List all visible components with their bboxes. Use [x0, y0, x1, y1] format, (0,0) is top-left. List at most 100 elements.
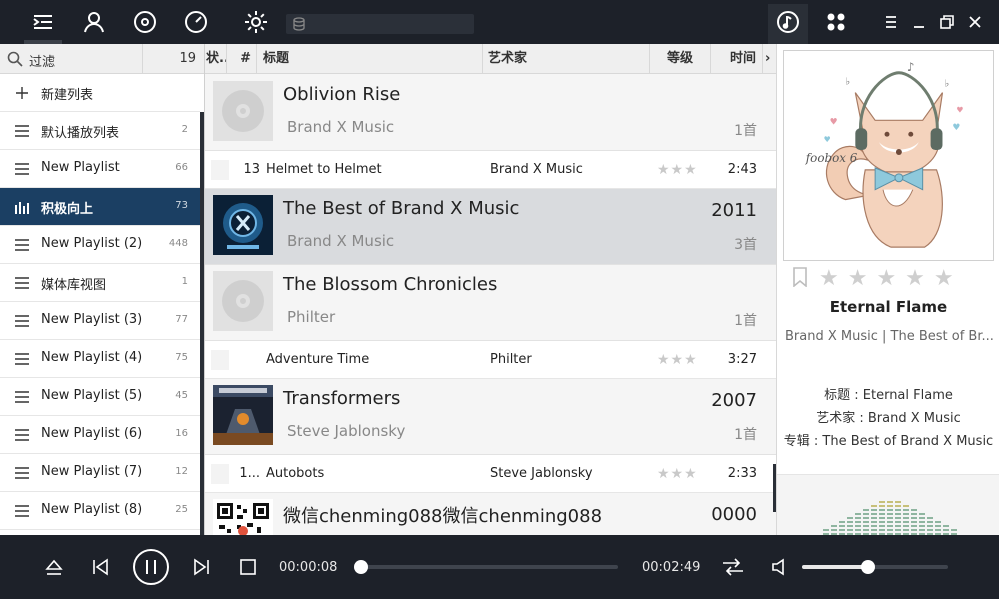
rating-stars[interactable]: ★★★★★	[819, 266, 963, 291]
brand-x-cover-image	[213, 195, 273, 255]
spectrum-segment	[879, 513, 885, 515]
column-title[interactable]: 标题	[257, 44, 483, 74]
sidebar-item-playlist[interactable]: 积极向上 73	[0, 188, 200, 226]
track-artist: Philter	[490, 352, 532, 367]
sidebar-item-playlist[interactable]: New Playlist (5) 45	[0, 378, 200, 416]
previous-icon[interactable]	[88, 555, 112, 579]
grid-icon[interactable]	[821, 7, 851, 37]
album-group[interactable]: Oblivion Rise Brand X Music 1首	[205, 75, 776, 151]
svg-text:♭: ♭	[944, 79, 949, 90]
track-row[interactable]: 1... Autobots Steve Jablonsky ★★★ 2:33	[205, 455, 776, 493]
minimize-icon[interactable]	[904, 7, 934, 37]
player-controls: 00:00:08 00:02:49	[0, 535, 999, 599]
playlist-track-count: 16	[175, 428, 188, 439]
now-playing-subtitle: Brand X Music | The Best of Br...	[785, 329, 994, 344]
bookmark-icon[interactable]	[793, 267, 807, 287]
sidebar-item-playlist[interactable]: 默认播放列表 2	[0, 112, 200, 150]
sidebar-item-playlist[interactable]: New Playlist (4) 75	[0, 340, 200, 378]
spectrum-segment	[871, 509, 877, 511]
new-playlist-button[interactable]: 新建列表	[0, 74, 200, 112]
playlist-name: New Playlist (3)	[41, 312, 143, 327]
spectrum-segment	[927, 521, 933, 523]
spectrum-segment	[887, 525, 893, 527]
sidebar-item-playlist[interactable]: New Playlist (6) 16	[0, 416, 200, 454]
spectrum-segment	[887, 521, 893, 523]
seek-handle[interactable]	[354, 560, 369, 574]
album-year: 2007	[711, 390, 757, 411]
spectrum-segment	[879, 517, 885, 519]
album-artist: Steve Jablonsky	[287, 422, 406, 440]
svg-text:♥: ♥	[952, 123, 960, 133]
album-artist: Philter	[287, 308, 336, 326]
filter-bar[interactable]: 过滤 19	[0, 44, 204, 74]
stop-icon[interactable]	[236, 555, 260, 579]
list-icon	[15, 391, 29, 403]
playlist-name: New Playlist (2)	[41, 236, 143, 251]
column-rating[interactable]: 等级	[650, 44, 711, 74]
search-icon	[7, 51, 23, 67]
album-art	[213, 385, 273, 445]
playlist-sidebar: 过滤 19 新建列表 默认播放列表 2 New Playlist 66 积极向上 73 Ne…	[0, 44, 204, 535]
spectrum-segment	[927, 525, 933, 527]
top-bar	[0, 0, 999, 44]
album-group-selected[interactable]: The Best of Brand X Music Brand X Music …	[205, 189, 776, 265]
close-icon[interactable]	[960, 7, 990, 37]
track-rating[interactable]: ★★★	[657, 352, 698, 368]
track-row[interactable]: 13 Helmet to Helmet Brand X Music ★★★ 2:…	[205, 151, 776, 189]
gear-icon[interactable]	[241, 7, 271, 37]
list-icon	[15, 239, 29, 251]
search-input[interactable]	[286, 14, 474, 34]
hamburger-icon[interactable]	[876, 7, 906, 37]
sidebar-item-playlist[interactable]: New Playlist (3) 77	[0, 302, 200, 340]
eject-icon[interactable]	[42, 555, 66, 579]
playlist-name: New Playlist (6)	[41, 426, 143, 441]
sidebar-item-playlist[interactable]: New Playlist (2) 448	[0, 226, 200, 264]
spectrum-segment	[895, 505, 901, 507]
volume-icon[interactable]	[768, 555, 792, 579]
playlist-name: 媒体库视图	[41, 278, 107, 293]
sidebar-item-playlist[interactable]: New Playlist (8) 25	[0, 492, 200, 530]
spectrum-segment	[879, 529, 885, 531]
album-group[interactable]: Transformers Steve Jablonsky 2007 1首	[205, 379, 776, 455]
volume-handle[interactable]	[860, 560, 875, 574]
album-art	[213, 195, 273, 255]
pause-icon[interactable]	[132, 548, 170, 586]
playlist-track-count: 2	[181, 124, 188, 135]
album-group[interactable]: 微信chenming088微信chenming088 0000	[205, 493, 776, 535]
disc-icon[interactable]	[130, 7, 160, 37]
column-number[interactable]: #	[227, 44, 257, 74]
cover-art: ♪ ♭ ♭ ♥ ♥ ♥ ♥ foobox 6	[783, 50, 994, 261]
sidebar-item-playlist[interactable]: New Playlist 66	[0, 150, 200, 188]
spectrum-segment	[903, 529, 909, 531]
sidebar-item-playlist[interactable]: 媒体库视图 1	[0, 264, 200, 302]
volume-slider[interactable]	[802, 560, 948, 574]
gauge-icon[interactable]	[181, 7, 211, 37]
track-rating[interactable]: ★★★	[657, 162, 698, 178]
column-more-arrow[interactable]: ›	[763, 44, 776, 74]
music-note-icon[interactable]	[773, 7, 803, 37]
repeat-icon[interactable]	[720, 554, 746, 580]
user-icon[interactable]	[79, 7, 109, 37]
spectrum-segment	[887, 517, 893, 519]
album-group[interactable]: The Blossom Chronicles Philter 1首	[205, 265, 776, 341]
playlist-name: 默认播放列表	[41, 126, 120, 141]
sidebar-item-playlist[interactable]: New Playlist (7) 12	[0, 454, 200, 492]
column-status[interactable]: 状..	[205, 44, 227, 74]
track-row[interactable]: Adventure Time Philter ★★★ 3:27	[205, 341, 776, 379]
spectrum-segment	[887, 513, 893, 515]
album-title: The Best of Brand X Music	[283, 198, 520, 219]
spectrum-segment	[847, 521, 853, 523]
album-year: 2011	[711, 200, 757, 221]
album-art	[213, 271, 273, 331]
list-icon	[15, 353, 29, 365]
track-rating[interactable]: ★★★	[657, 466, 698, 482]
seek-bar[interactable]	[354, 560, 618, 574]
column-artist[interactable]: 艺术家	[483, 44, 650, 74]
track-artist: Brand X Music	[490, 162, 583, 177]
playlist-track-count: 12	[175, 466, 188, 477]
column-duration[interactable]: 时间	[711, 44, 763, 74]
menu-icon[interactable]	[28, 7, 58, 37]
next-icon[interactable]	[190, 555, 214, 579]
restore-icon[interactable]	[932, 7, 962, 37]
now-playing-rating[interactable]: ★★★★★	[793, 266, 971, 291]
